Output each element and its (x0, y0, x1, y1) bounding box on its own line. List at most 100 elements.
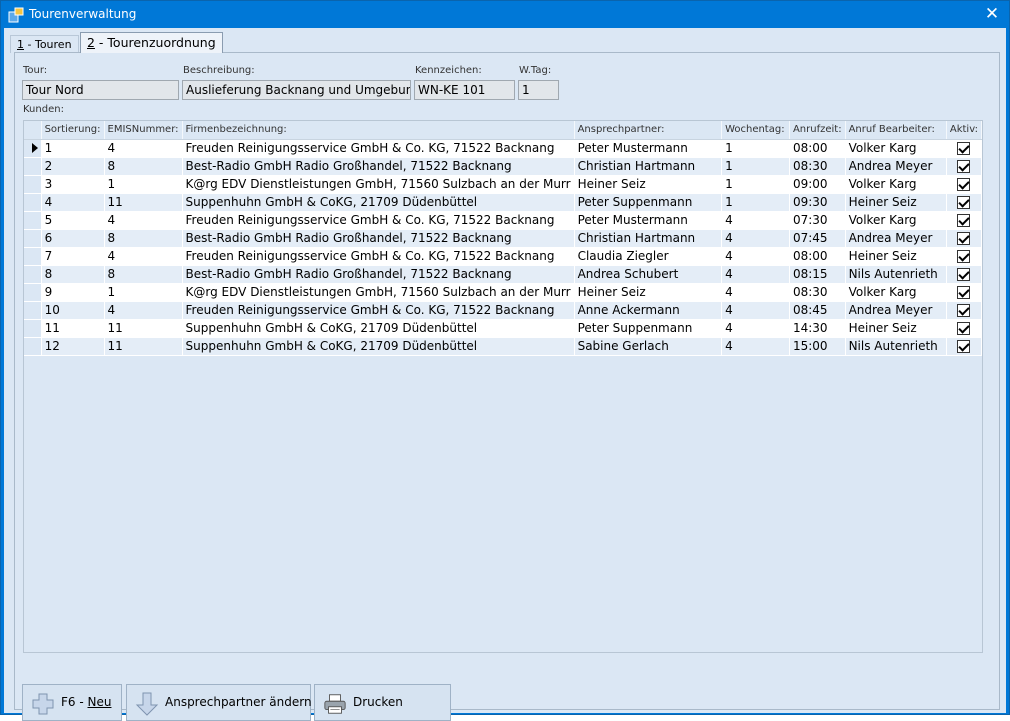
weekday-cell[interactable]: 4 (721, 247, 790, 266)
row-indicator[interactable] (24, 247, 42, 266)
handler-cell[interactable]: Heiner Seiz (845, 247, 947, 266)
company-cell[interactable]: Freuden Reinigungsservice GmbH & Co. KG,… (182, 301, 575, 320)
handler-cell[interactable]: Nils Autenrieth (845, 265, 947, 284)
new-button[interactable]: F6 - Neu (22, 684, 122, 721)
handler-cell[interactable]: Andrea Meyer (845, 301, 947, 320)
contact-cell[interactable]: Sabine Gerlach (574, 337, 723, 356)
contact-cell[interactable]: Peter Mustermann (574, 139, 723, 158)
active-cell[interactable] (946, 139, 983, 158)
emis-cell[interactable]: 1 (104, 283, 183, 302)
company-cell[interactable]: Freuden Reinigungsservice GmbH & Co. KG,… (182, 247, 575, 266)
emis-cell[interactable]: 1 (104, 175, 183, 194)
company-cell[interactable]: K@rg EDV Dienstleistungen GmbH, 71560 Su… (182, 175, 575, 194)
column-header[interactable]: Firmenbezeichnung: (182, 121, 575, 140)
time-cell[interactable]: 08:30 (789, 157, 846, 176)
handler-cell[interactable]: Volker Karg (845, 175, 947, 194)
time-cell[interactable]: 09:30 (789, 193, 846, 212)
company-cell[interactable]: Best-Radio GmbH Radio Großhandel, 71522 … (182, 229, 575, 248)
column-header[interactable]: Sortierung: (41, 121, 105, 140)
active-cell[interactable] (946, 337, 983, 356)
row-indicator[interactable] (24, 319, 42, 338)
emis-cell[interactable]: 11 (104, 193, 183, 212)
company-cell[interactable]: Best-Radio GmbH Radio Großhandel, 71522 … (182, 157, 575, 176)
column-header[interactable]: Wochentag: (721, 121, 790, 140)
time-cell[interactable]: 08:15 (789, 265, 846, 284)
handler-cell[interactable]: Andrea Meyer (845, 157, 947, 176)
row-indicator[interactable] (24, 139, 42, 158)
contact-cell[interactable]: Heiner Seiz (574, 283, 723, 302)
sort-cell[interactable]: 6 (41, 229, 105, 248)
table-row[interactable]: 9 1 K@rg EDV Dienstleistungen GmbH, 71560 … (24, 283, 983, 302)
emis-cell[interactable]: 11 (104, 337, 183, 356)
column-header[interactable]: EMISNummer: (104, 121, 183, 140)
column-header[interactable]: Aktiv: (946, 121, 983, 140)
sort-cell[interactable]: 12 (41, 337, 105, 356)
contact-cell[interactable]: Heiner Seiz (574, 175, 723, 194)
table-row[interactable]: 3 1 K@rg EDV Dienstleistungen GmbH, 71560 … (24, 175, 983, 194)
contact-cell[interactable]: Peter Mustermann (574, 211, 723, 230)
column-header[interactable]: Anrufzeit: (789, 121, 846, 140)
row-indicator[interactable] (24, 193, 42, 212)
row-indicator[interactable] (24, 211, 42, 230)
table-row[interactable]: 7 4 Freuden Reinigungsservice GmbH & Co. K… (24, 247, 983, 266)
emis-cell[interactable]: 11 (104, 319, 183, 338)
checkbox-checked-icon[interactable] (957, 339, 971, 353)
checkbox-checked-icon[interactable] (957, 231, 971, 245)
weekday-cell[interactable]: 4 (721, 319, 790, 338)
sort-cell[interactable]: 4 (41, 193, 105, 212)
emis-cell[interactable]: 4 (104, 301, 183, 320)
checkbox-checked-icon[interactable] (957, 267, 971, 281)
active-cell[interactable] (946, 301, 983, 320)
sort-cell[interactable]: 5 (41, 211, 105, 230)
contact-cell[interactable]: Christian Hartmann (574, 157, 723, 176)
table-row[interactable]: 5 4 Freuden Reinigungsservice GmbH & Co. K… (24, 211, 983, 230)
row-indicator[interactable] (24, 157, 42, 176)
checkbox-checked-icon[interactable] (957, 321, 971, 335)
active-cell[interactable] (946, 211, 983, 230)
table-row[interactable]: 1 4 Freuden Reinigungsservice GmbH & Co. K… (24, 139, 983, 158)
company-cell[interactable]: Freuden Reinigungsservice GmbH & Co. KG,… (182, 139, 575, 158)
active-cell[interactable] (946, 247, 983, 266)
emis-cell[interactable]: 4 (104, 247, 183, 266)
contact-cell[interactable]: Andrea Schubert (574, 265, 723, 284)
emis-cell[interactable]: 4 (104, 211, 183, 230)
contact-cell[interactable]: Peter Suppenmann (574, 193, 723, 212)
time-cell[interactable]: 08:45 (789, 301, 846, 320)
weekday-cell[interactable]: 4 (721, 211, 790, 230)
sort-cell[interactable]: 10 (41, 301, 105, 320)
sort-cell[interactable]: 7 (41, 247, 105, 266)
company-cell[interactable]: Suppenhuhn GmbH & CoKG, 21709 Düdenbütte… (182, 193, 575, 212)
time-cell[interactable]: 08:00 (789, 247, 846, 266)
checkbox-checked-icon[interactable] (957, 177, 971, 191)
weekday-cell[interactable]: 4 (721, 301, 790, 320)
sort-cell[interactable]: 11 (41, 319, 105, 338)
handler-cell[interactable]: Heiner Seiz (845, 193, 947, 212)
tour-field[interactable]: Tour Nord (22, 80, 179, 100)
table-row[interactable]: 4 11 Suppenhuhn GmbH & CoKG, 21709 Düdenbü… (24, 193, 983, 212)
handler-cell[interactable]: Andrea Meyer (845, 229, 947, 248)
company-cell[interactable]: Suppenhuhn GmbH & CoKG, 21709 Düdenbütte… (182, 337, 575, 356)
emis-cell[interactable]: 4 (104, 139, 183, 158)
active-cell[interactable] (946, 175, 983, 194)
handler-cell[interactable]: Volker Karg (845, 211, 947, 230)
print-button[interactable]: Drucken (314, 684, 451, 721)
table-row[interactable]: 11 11 Suppenhuhn GmbH & CoKG, 21709 Düdenb… (24, 319, 983, 338)
contact-cell[interactable]: Christian Hartmann (574, 229, 723, 248)
time-cell[interactable]: 08:00 (789, 139, 846, 158)
time-cell[interactable]: 14:30 (789, 319, 846, 338)
change-contact-button[interactable]: Ansprechpartner ändern (126, 684, 312, 721)
row-indicator[interactable] (24, 229, 42, 248)
contact-cell[interactable]: Peter Suppenmann (574, 319, 723, 338)
table-row[interactable]: 2 8 Best-Radio GmbH Radio Großhandel, 7152… (24, 157, 983, 176)
checkbox-checked-icon[interactable] (957, 285, 971, 299)
emis-cell[interactable]: 8 (104, 265, 183, 284)
checkbox-checked-icon[interactable] (957, 141, 971, 155)
checkbox-checked-icon[interactable] (957, 195, 971, 209)
active-cell[interactable] (946, 193, 983, 212)
row-indicator[interactable] (24, 301, 42, 320)
emis-cell[interactable]: 8 (104, 229, 183, 248)
sort-cell[interactable]: 1 (41, 139, 105, 158)
row-indicator[interactable] (24, 175, 42, 194)
row-indicator[interactable] (24, 337, 42, 356)
handler-cell[interactable]: Volker Karg (845, 283, 947, 302)
